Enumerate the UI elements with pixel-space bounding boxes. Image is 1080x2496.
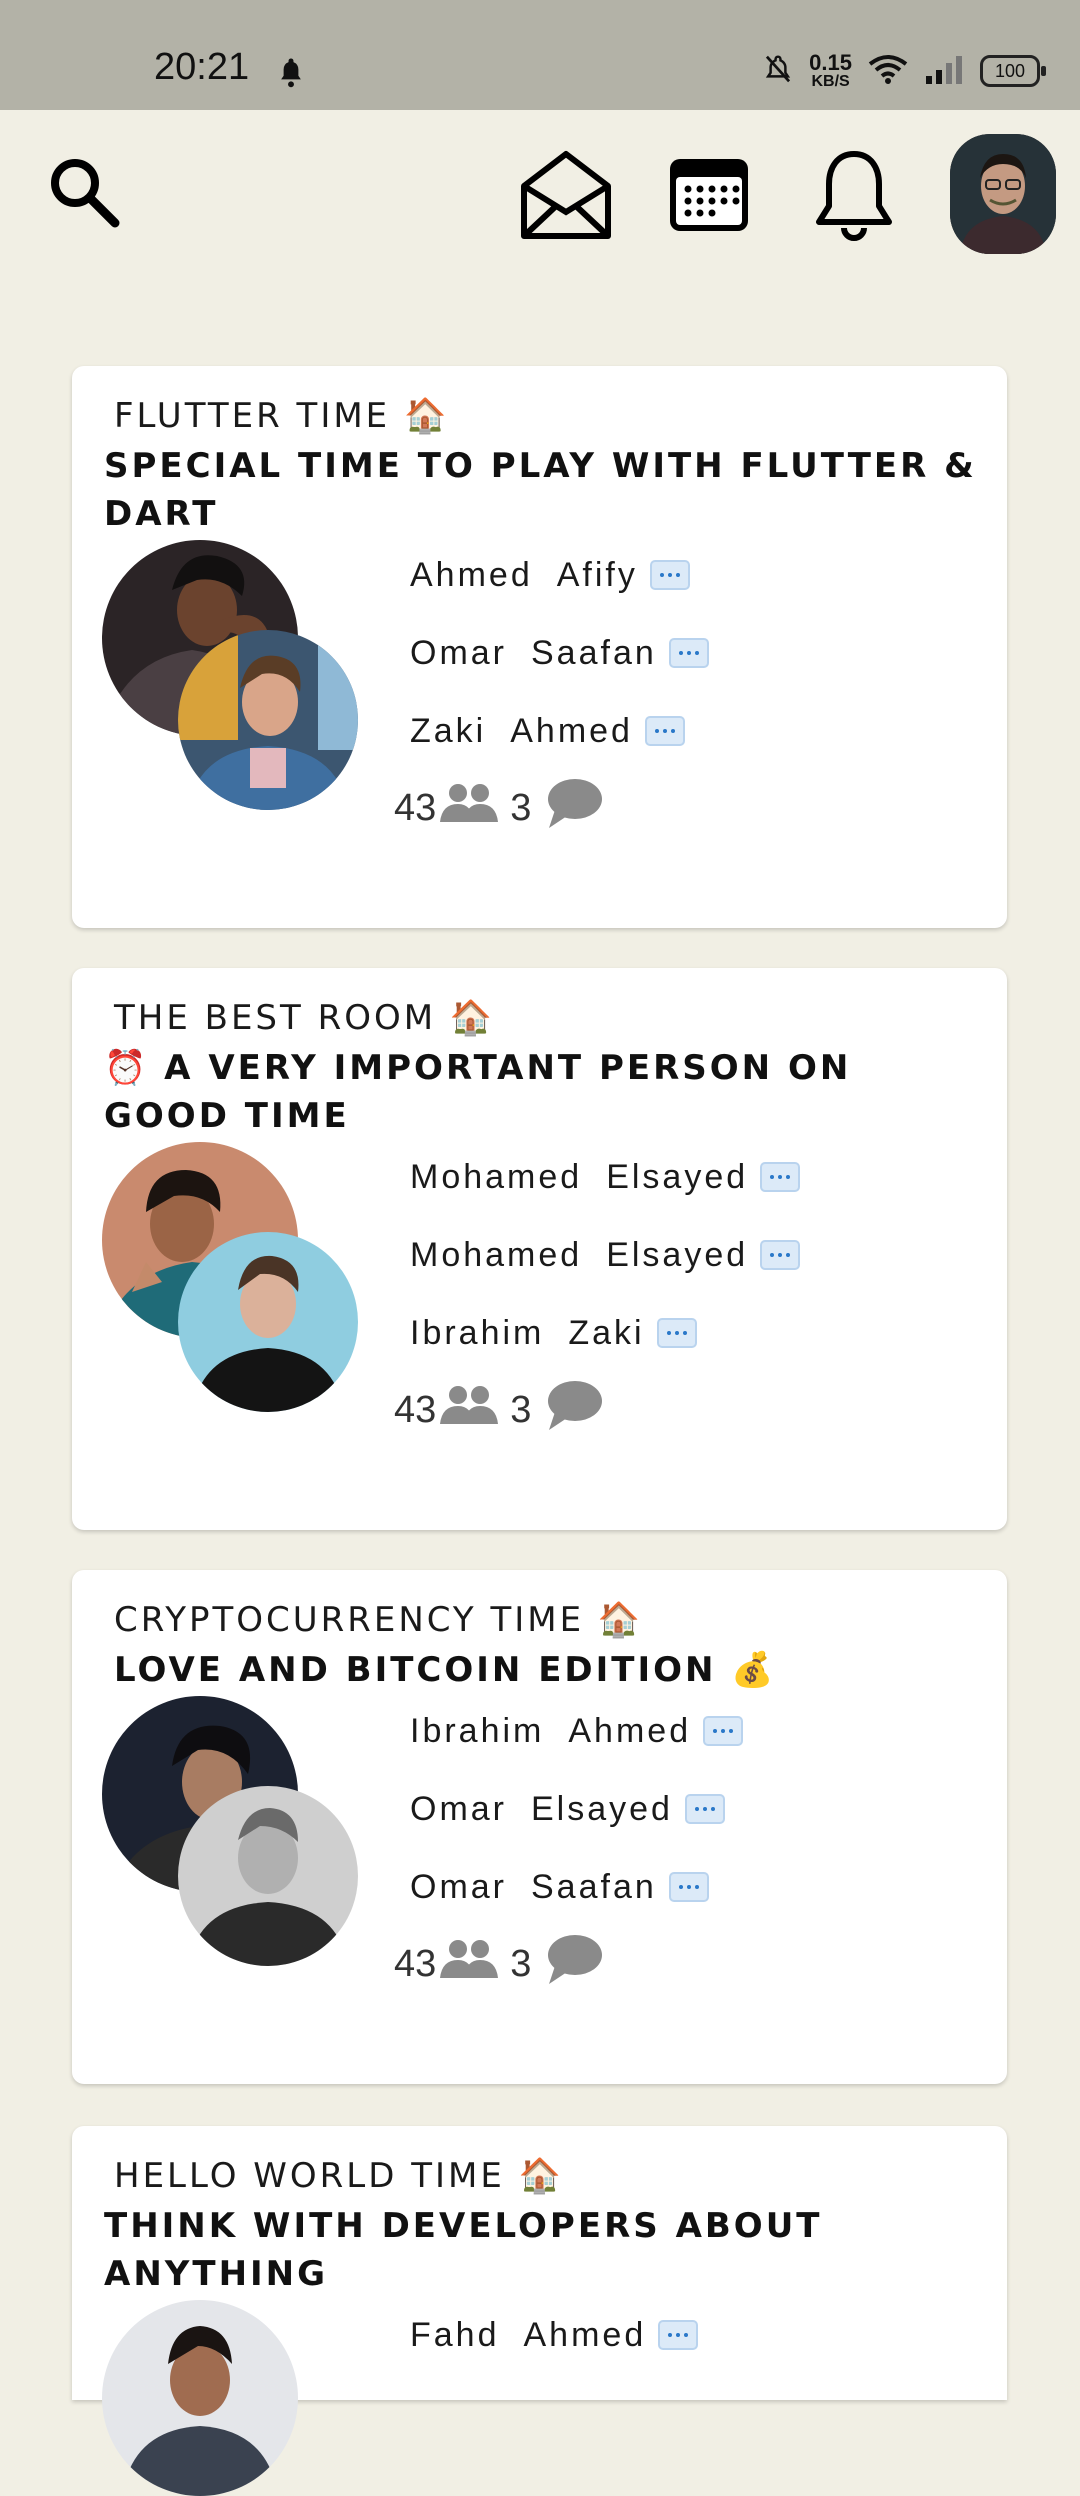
status-time: 20:21 bbox=[154, 46, 250, 88]
speaker-name: Mohamed Elsayed bbox=[410, 1216, 801, 1294]
battery-level: 100 bbox=[994, 60, 1026, 81]
chat-bubble-icon bbox=[545, 776, 603, 840]
speaker-name: Fahd Ahmed bbox=[410, 2296, 699, 2374]
speech-bubble-icon bbox=[668, 1872, 709, 1902]
bell-icon[interactable] bbox=[806, 146, 902, 246]
speaker-first-name: Omar bbox=[410, 633, 507, 672]
speaker-last-name: Afify bbox=[556, 555, 638, 594]
speaker-first-name: Mohamed bbox=[410, 1157, 583, 1196]
speaker-last-name: Elsayed bbox=[606, 1235, 749, 1274]
speaker-last-name: Elsayed bbox=[531, 1789, 673, 1828]
speaker-first-name: Ibrahim bbox=[410, 1313, 545, 1352]
speaker-name: Mohamed Elsayed bbox=[410, 1138, 801, 1216]
app-bar bbox=[0, 110, 1080, 280]
speaker-name: Omar Saafan bbox=[410, 1848, 743, 1926]
room-card[interactable]: THE BEST ROOM 🏠 ⏰ A VERY IMPORTANT PERSO… bbox=[72, 968, 1007, 1530]
people-icon bbox=[436, 1938, 500, 1990]
chat-bubble-icon bbox=[545, 1378, 603, 1442]
room-title: LOVE AND BITCOIN EDITION 💰 bbox=[114, 1650, 777, 1690]
room-title: SPECIAL TIME TO PLAY WITH FLUTTER & DART bbox=[104, 446, 977, 534]
speaker-last-name: Ahmed bbox=[523, 2315, 647, 2354]
mail-icon[interactable] bbox=[516, 144, 616, 244]
room-card[interactable]: HELLO WORLD TIME 🏠 THINK WITH DEVELOPERS… bbox=[72, 2126, 1007, 2496]
speaker-list: Fahd Ahmed bbox=[410, 2296, 699, 2374]
speech-bubble-icon bbox=[644, 716, 685, 746]
message-count: 3 bbox=[510, 786, 532, 829]
speaker-name: Ibrahim Zaki bbox=[410, 1294, 800, 1372]
room-stats: 43 3 bbox=[394, 776, 603, 840]
speaker-avatar bbox=[178, 630, 358, 810]
message-count: 3 bbox=[510, 1388, 532, 1431]
wifi-icon bbox=[868, 54, 908, 88]
search-icon[interactable] bbox=[40, 148, 130, 238]
room-stats: 43 3 bbox=[394, 1378, 603, 1442]
network-speed-value: 0.15 bbox=[809, 50, 852, 75]
room-card[interactable]: FLUTTER TIME 🏠 SPECIAL TIME TO PLAY WITH… bbox=[72, 366, 1007, 928]
speaker-first-name: Ahmed bbox=[410, 555, 533, 594]
profile-avatar[interactable] bbox=[950, 134, 1056, 254]
speaker-list: Mohamed Elsayed Mohamed Elsayed Ibrahim Zak… bbox=[410, 1138, 801, 1372]
room-stats: 43 3 bbox=[394, 1932, 603, 1996]
speaker-avatar bbox=[178, 1232, 358, 1412]
listener-count: 43 bbox=[394, 786, 437, 829]
status-indicators: 0.15 KB/S 100 bbox=[763, 48, 1046, 94]
speaker-name: Ahmed Afify bbox=[410, 536, 709, 614]
room-topic: HELLO WORLD TIME 🏠 bbox=[114, 2156, 564, 2196]
room-title: THINK WITH DEVELOPERS ABOUT ANYTHING bbox=[104, 2206, 823, 2294]
chat-bubble-icon bbox=[545, 1932, 603, 1996]
speaker-first-name: Fahd bbox=[410, 2315, 500, 2354]
speaker-avatar bbox=[102, 2300, 298, 2496]
speaker-name: Omar Elsayed bbox=[410, 1770, 743, 1848]
speaker-name: Zaki Ahmed bbox=[410, 692, 709, 770]
speaker-last-name: Saafan bbox=[531, 1867, 657, 1906]
speaker-first-name: Zaki bbox=[410, 711, 487, 750]
notification-bell-icon bbox=[276, 56, 306, 92]
network-speed-unit: KB/S bbox=[811, 73, 850, 90]
room-topic: FLUTTER TIME 🏠 bbox=[114, 396, 450, 436]
speaker-name: Omar Saafan bbox=[410, 614, 709, 692]
speaker-name: Ibrahim Ahmed bbox=[410, 1692, 744, 1770]
room-title: ⏰ A VERY IMPORTANT PERSON ON GOOD TIME bbox=[104, 1048, 852, 1136]
speech-bubble-icon bbox=[668, 638, 709, 668]
battery-icon: 100 bbox=[980, 55, 1046, 87]
mute-bell-icon bbox=[763, 53, 793, 89]
room-topic: CRYPTOCURRENCY TIME 🏠 bbox=[114, 1600, 644, 1640]
speech-bubble-icon bbox=[760, 1162, 801, 1192]
speaker-first-name: Omar bbox=[410, 1867, 507, 1906]
room-topic: THE BEST ROOM 🏠 bbox=[114, 998, 496, 1038]
speech-bubble-icon bbox=[658, 2320, 699, 2350]
people-icon bbox=[436, 782, 500, 834]
speaker-list: Ahmed Afify Omar Saafan Zaki Ahmed bbox=[410, 536, 709, 770]
speech-bubble-icon bbox=[760, 1240, 801, 1270]
signal-icon bbox=[924, 54, 964, 88]
speaker-first-name: Omar bbox=[410, 1789, 507, 1828]
speaker-first-name: Mohamed bbox=[410, 1235, 583, 1274]
speaker-first-name: Ibrahim bbox=[410, 1711, 545, 1750]
network-speed: 0.15 KB/S bbox=[809, 52, 852, 90]
status-bar: 20:21 0.15 KB/S 100 bbox=[0, 0, 1080, 110]
speech-bubble-icon bbox=[656, 1318, 697, 1348]
room-card[interactable]: CRYPTOCURRENCY TIME 🏠 LOVE AND BITCOIN E… bbox=[72, 1570, 1007, 2084]
speaker-last-name: Ahmed bbox=[510, 711, 633, 750]
listener-count: 43 bbox=[394, 1388, 437, 1431]
listener-count: 43 bbox=[394, 1942, 437, 1985]
message-count: 3 bbox=[510, 1942, 532, 1985]
speech-bubble-icon bbox=[703, 1716, 744, 1746]
calendar-icon[interactable] bbox=[664, 150, 754, 240]
speech-bubble-icon bbox=[684, 1794, 725, 1824]
speaker-last-name: Elsayed bbox=[606, 1157, 749, 1196]
speaker-list: Ibrahim Ahmed Omar Elsayed Omar Saafan bbox=[410, 1692, 744, 1926]
people-icon bbox=[436, 1384, 500, 1436]
speaker-last-name: Ahmed bbox=[568, 1711, 692, 1750]
speaker-last-name: Saafan bbox=[531, 633, 657, 672]
speech-bubble-icon bbox=[649, 560, 690, 590]
speaker-last-name: Zaki bbox=[568, 1313, 645, 1352]
speaker-avatar bbox=[178, 1786, 358, 1966]
